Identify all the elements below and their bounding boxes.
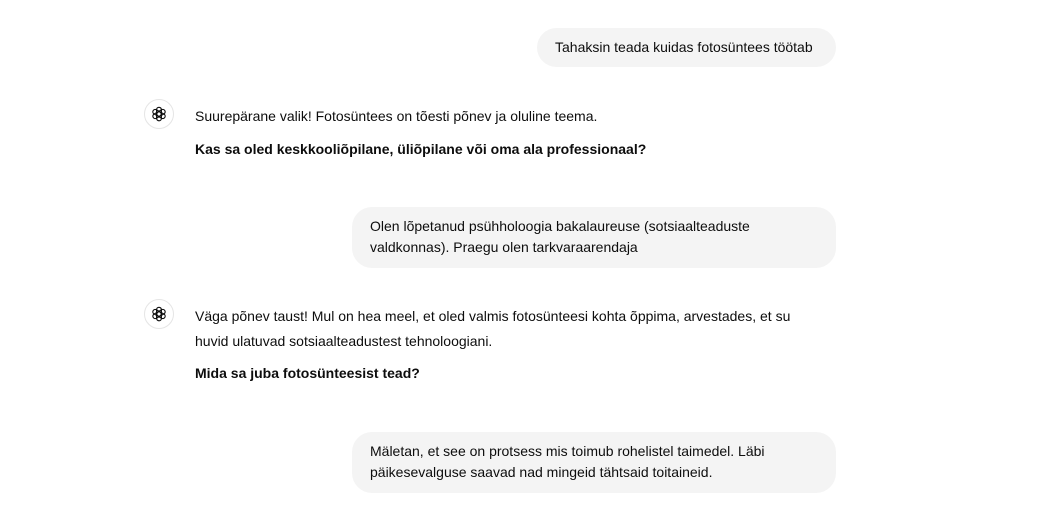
assistant-message-text: Suurepärane valik! Fotosüntees on tõesti… bbox=[195, 108, 598, 124]
assistant-message: Väga põnev taust! Mul on hea meel, et ol… bbox=[195, 304, 815, 386]
openai-logo-icon bbox=[152, 106, 166, 122]
user-message: Tahaksin teada kuidas fotosüntees töötab bbox=[537, 28, 836, 67]
user-message-text: Tahaksin teada kuidas fotosüntees töötab bbox=[555, 39, 813, 55]
assistant-question: Kas sa oled keskkooliõpilane, üliõpilane… bbox=[195, 140, 647, 157]
user-message-text: Olen lõpetanud psühholoogia bakalaureuse… bbox=[370, 218, 750, 255]
assistant-question: Mida sa juba fotosünteesist tead? bbox=[195, 365, 420, 381]
assistant-message-text: Väga põnev taust! Mul on hea meel, et ol… bbox=[195, 308, 791, 349]
assistant-avatar bbox=[144, 99, 174, 129]
user-message-text: Mäletan, et see on protsess mis toimub r… bbox=[370, 443, 765, 480]
user-message: Olen lõpetanud psühholoogia bakalaureuse… bbox=[352, 207, 836, 268]
assistant-avatar bbox=[144, 299, 174, 329]
openai-logo-icon bbox=[152, 306, 166, 322]
assistant-message: Suurepärane valik! Fotosüntees on tõesti… bbox=[195, 104, 815, 161]
user-message: Mäletan, et see on protsess mis toimub r… bbox=[352, 432, 836, 493]
